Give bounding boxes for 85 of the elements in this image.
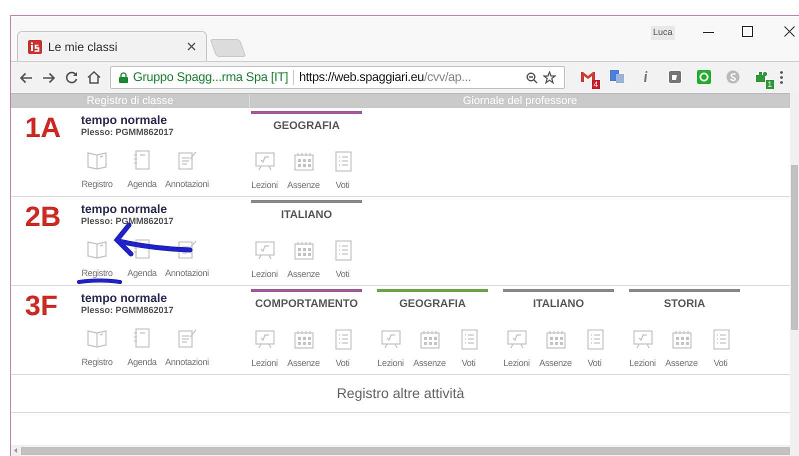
calendar-icon[interactable] — [670, 328, 692, 350]
blackboard-icon[interactable] — [632, 328, 654, 350]
square-icon[interactable] — [667, 69, 684, 86]
tool-label[interactable]: Lezioni — [503, 357, 530, 370]
vertical-scrollbar[interactable] — [790, 93, 799, 456]
other-activities-link[interactable]: Registro altre attività — [336, 383, 464, 404]
class-name: 2B — [24, 202, 62, 232]
tool-label[interactable]: Annotazioni — [165, 267, 209, 280]
skype-icon[interactable] — [725, 69, 742, 86]
calendar-icon[interactable] — [292, 328, 314, 350]
school-code: Plesso: PGMM862017 — [81, 216, 174, 227]
tool-label[interactable]: Assenze — [665, 357, 698, 370]
horizontal-scrollbar[interactable] — [11, 445, 790, 456]
tool-label[interactable]: Voti — [336, 357, 350, 370]
url-text: https://web.spaggiari.eu/cvv/ap... — [299, 69, 472, 86]
reload-icon[interactable] — [65, 71, 78, 84]
class-name: 1A — [24, 113, 62, 143]
tool-label[interactable]: Lezioni — [377, 357, 404, 370]
subject-name: STORIA — [662, 297, 706, 312]
tool-label[interactable]: Annotazioni — [165, 178, 209, 192]
tool-label[interactable]: Registro — [81, 267, 113, 280]
back-icon[interactable] — [19, 72, 33, 84]
profile-name[interactable]: Luca — [651, 26, 675, 40]
maximize-icon[interactable] — [742, 26, 753, 37]
blackboard-icon[interactable] — [254, 150, 276, 172]
blackboard-icon[interactable] — [254, 328, 276, 350]
schedule-text: tempo normale — [81, 202, 168, 216]
browser-tab[interactable]: Le mie classi — [17, 31, 207, 61]
schedule-text: tempo normale — [81, 291, 168, 305]
annotation-underline — [77, 278, 122, 284]
school-code: Plesso: PGMM862017 — [81, 127, 174, 138]
tool-label[interactable]: Assenze — [413, 357, 446, 370]
tool-label[interactable]: Voti — [714, 357, 728, 370]
tool-label[interactable]: Voti — [588, 357, 602, 370]
tool-label[interactable]: Voti — [336, 179, 350, 192]
blackboard-icon[interactable] — [380, 328, 402, 350]
tool-label[interactable]: Assenze — [287, 357, 320, 370]
close-tab-icon[interactable] — [187, 42, 196, 51]
tool-label[interactable]: Agenda — [127, 356, 157, 370]
tool-label[interactable]: Agenda — [127, 178, 157, 192]
tool-label[interactable]: Assenze — [539, 357, 572, 370]
blackboard-icon[interactable] — [254, 239, 276, 261]
new-tab-button[interactable] — [210, 39, 246, 57]
chat-icon[interactable] — [696, 69, 713, 86]
star-icon[interactable] — [543, 71, 556, 84]
tool-label[interactable]: Annotazioni — [165, 356, 209, 370]
translate-icon[interactable] — [609, 69, 626, 86]
tool-label[interactable]: Assenze — [287, 268, 320, 282]
address-bar[interactable]: Gruppo Spagg...rma Spa [IT] https://web.spaggiari.eu/cvv/ap... — [110, 66, 565, 89]
subject-name: GEOGRAFIA — [272, 119, 341, 134]
lock-icon — [119, 72, 128, 83]
calendar-icon[interactable] — [544, 328, 566, 350]
close-icon[interactable] — [784, 26, 795, 37]
menu-icon[interactable] — [780, 71, 783, 84]
schedule-text: tempo normale — [81, 113, 168, 127]
subject-name: ITALIANO — [532, 297, 586, 312]
subject-name: COMPORTAMENTO — [254, 297, 359, 312]
tool-label[interactable]: Registro — [81, 178, 113, 192]
blackboard-icon[interactable] — [506, 328, 528, 350]
minimize-icon[interactable] — [703, 32, 714, 34]
notes-icon[interactable] — [176, 238, 198, 260]
tool-label[interactable]: Lezioni — [251, 268, 278, 282]
tool-label[interactable]: Agenda — [127, 267, 157, 280]
tool-label[interactable]: Assenze — [287, 179, 320, 192]
site-logo-icon — [28, 40, 42, 54]
tool-label[interactable]: Lezioni — [251, 179, 278, 192]
subject-name: GEOGRAFIA — [398, 297, 467, 312]
tab-title: Le mie classi — [48, 38, 118, 56]
zoom-icon[interactable] — [526, 72, 538, 84]
tool-label[interactable]: Voti — [462, 357, 476, 370]
site-identity: Gruppo Spagg...rma Spa [IT] — [133, 69, 288, 86]
calendar-icon[interactable] — [292, 150, 314, 172]
calendar-icon[interactable] — [418, 328, 440, 350]
badge-count: 4 — [592, 80, 600, 89]
tool-label[interactable]: Lezioni — [251, 357, 278, 370]
home-icon[interactable] — [87, 71, 101, 84]
badge-count: 1 — [766, 80, 774, 89]
class-name: 3F — [24, 291, 59, 321]
calendar-icon[interactable] — [292, 239, 314, 261]
school-code: Plesso: PGMM862017 — [81, 305, 174, 316]
subject-name: ITALIANO — [280, 208, 334, 223]
tool-label[interactable]: Lezioni — [629, 357, 656, 370]
tool-label[interactable]: Voti — [336, 268, 350, 282]
forward-icon[interactable] — [42, 72, 56, 84]
tool-label[interactable]: Registro — [81, 356, 113, 370]
